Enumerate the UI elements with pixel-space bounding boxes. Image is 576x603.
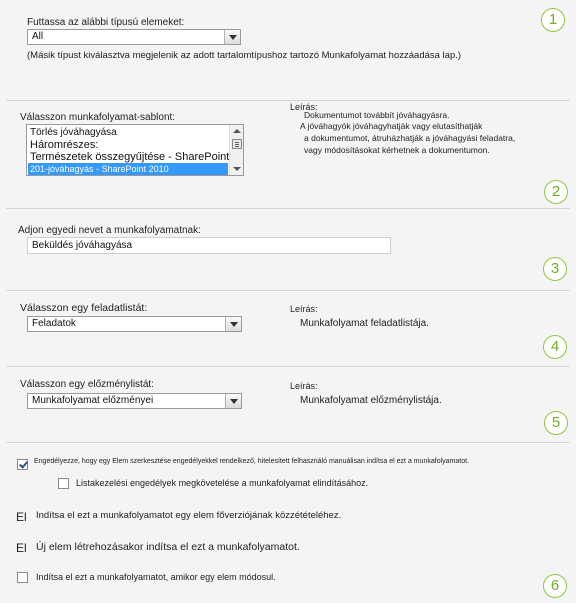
section-task-list: Válasszon egy feladatlistát: Feladatok L…: [0, 290, 576, 366]
content-type-value: All: [32, 31, 44, 42]
content-type-label: Futtassa az alábbi típusú elemeket:: [27, 17, 185, 28]
content-type-note: (Másik típust kiválasztva megjelenik az …: [27, 50, 462, 61]
scroll-down-icon[interactable]: [233, 167, 241, 171]
history-list-desc-label: Leírás:: [290, 381, 318, 391]
task-list-select[interactable]: Feladatok: [27, 316, 242, 332]
workflow-name-label: Adjon egyedi nevet a munkafolyamatnak:: [18, 225, 201, 236]
step-number-5: 5: [544, 411, 568, 435]
section-name: Adjon egyedi nevet a munkafolyamatnak: 3: [0, 208, 576, 290]
major-version-prefix: El: [16, 510, 27, 524]
template-desc-line: A jóváhagyók jóváhagyhatják vagy elutasí…: [300, 121, 483, 131]
section-start-options: Engedélyezze, hogy egy Elem szerkesztése…: [0, 442, 576, 603]
template-listbox[interactable]: Törlés jóváhagyása Háromrészes: Természe…: [26, 124, 244, 176]
allow-manual-start-label: Engedélyezze, hogy egy Elem szerkesztése…: [34, 458, 470, 465]
history-list-value: Munkafolyamat előzményei: [32, 395, 154, 406]
task-list-desc-label: Leírás:: [290, 304, 318, 314]
section-content-type: Futtassa az alábbi típusú elemeket: All …: [0, 0, 576, 100]
history-list-select[interactable]: Munkafolyamat előzményei: [27, 393, 242, 409]
content-type-select[interactable]: All: [27, 29, 241, 45]
section-template: Válasszon munkafolyamat-sablont: Törlés …: [0, 100, 576, 208]
allow-manual-start-checkbox[interactable]: [17, 459, 28, 470]
workflow-name-input[interactable]: [28, 238, 390, 253]
require-manage-permissions-checkbox[interactable]: [58, 478, 69, 489]
template-label: Válasszon munkafolyamat-sablont:: [20, 112, 176, 123]
task-list-desc: Munkafolyamat feladatlistája.: [300, 318, 429, 329]
template-desc-line: a dokumentumot, átruházhatják a jóváhagy…: [304, 133, 516, 143]
template-option[interactable]: Háromrészes:: [28, 139, 230, 151]
template-option-selected[interactable]: 201-jóváhagyás - SharePoint 2010: [28, 163, 228, 175]
task-list-value: Feladatok: [32, 318, 76, 329]
major-version-label[interactable]: Indítsa el ezt a munkafolyamatot egy ele…: [36, 510, 341, 521]
chevron-down-icon[interactable]: [225, 317, 241, 331]
section-history-list: Válasszon egy előzménylistát: Munkafolya…: [0, 366, 576, 442]
scroll-thumb[interactable]: [232, 139, 242, 149]
workflow-name-field[interactable]: [27, 237, 391, 254]
start-on-change-checkbox[interactable]: [17, 572, 28, 583]
step-number-2: 2: [544, 180, 568, 204]
step-number-4: 4: [543, 335, 567, 359]
new-item-prefix: El: [16, 541, 27, 555]
step-number-3: 3: [543, 257, 567, 281]
start-on-change-label: Indítsa el ezt a munkafolyamatot, amikor…: [36, 572, 276, 582]
new-item-label[interactable]: Új elem létrehozásakor indítsa el ezt a …: [36, 541, 300, 553]
template-option[interactable]: Törlés jóváhagyása: [28, 127, 230, 139]
template-option[interactable]: Természetek összegyűjtése - SharePoint: [28, 151, 230, 163]
template-desc-line: vagy módosításokat kérhetnek a dokumentu…: [304, 145, 490, 155]
chevron-down-icon[interactable]: [225, 394, 241, 408]
listbox-scrollbar[interactable]: [229, 125, 243, 175]
task-list-label: Válasszon egy feladatlistát:: [20, 302, 148, 314]
step-number-1: 1: [541, 8, 565, 32]
history-list-desc: Munkafolyamat előzménylistája.: [300, 395, 442, 406]
scroll-up-icon[interactable]: [233, 129, 241, 133]
history-list-label: Válasszon egy előzménylistát:: [20, 379, 154, 390]
chevron-down-icon[interactable]: [224, 30, 240, 44]
require-manage-permissions-label: Listakezelési engedélyek megkövetelése a…: [76, 478, 369, 488]
template-desc-line: Dokumentumot továbbít jóváhagyásra.: [304, 110, 450, 120]
step-number-6: 6: [543, 574, 567, 598]
